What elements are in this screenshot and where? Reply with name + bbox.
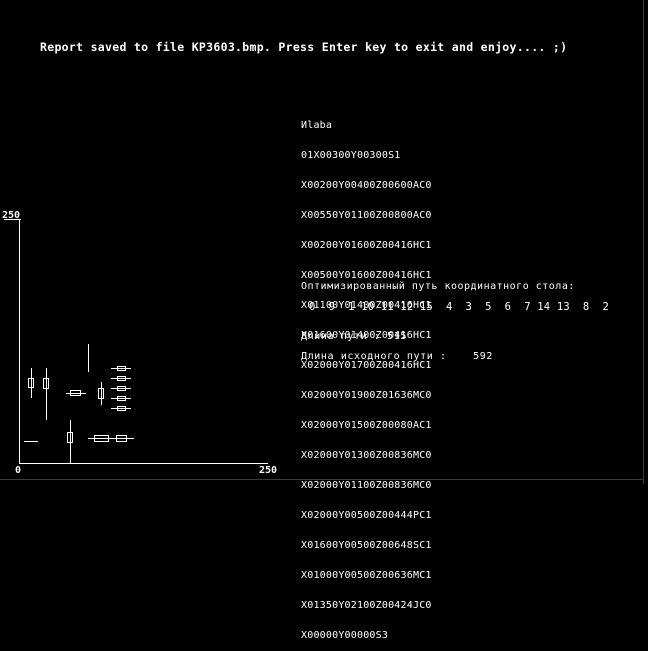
program-line: X01000Y00500Z00636MC1	[301, 570, 432, 581]
program-line: X01600Y00500Z00648SC1	[301, 540, 432, 551]
program-line: X02000Y00500Z00444PC1	[301, 510, 432, 521]
board-components	[24, 344, 134, 464]
board-layout-plot	[4, 219, 268, 464]
plot-axes	[4, 219, 268, 464]
program-line: X01350Y02100Z00424JC0	[301, 600, 432, 611]
program-line: X00000Y00000S3	[301, 630, 389, 641]
